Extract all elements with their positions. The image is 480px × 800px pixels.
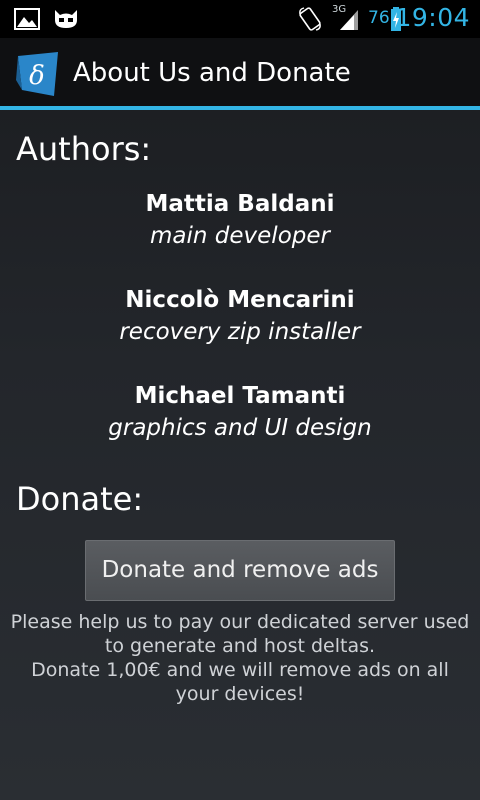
battery-level-label: 76 (368, 8, 390, 28)
cyanogen-icon (55, 10, 77, 28)
author-role: recovery zip installer (119, 319, 361, 345)
authors-heading: Authors: (16, 130, 152, 168)
delta-app-icon[interactable]: δ (14, 50, 62, 98)
gallery-icon (14, 8, 40, 30)
author-name: Mattia Baldani (145, 191, 335, 217)
page-title: About Us and Donate (73, 58, 351, 88)
author-name: Niccolò Mencarini (125, 287, 355, 313)
author-entry: Michael Tamanti graphics and UI design (0, 380, 480, 444)
donate-description-line: your devices! (175, 683, 305, 705)
author-name: Michael Tamanti (134, 383, 346, 409)
author-role: main developer (150, 223, 330, 249)
screen: 3G 76 19:04 δ About Us and Donate Author… (0, 0, 480, 800)
donate-description-line: to generate and host deltas. (104, 635, 376, 657)
author-entry: Mattia Baldani main developer (0, 188, 480, 252)
donate-description: Please help us to pay our dedicated serv… (0, 610, 480, 706)
donate-heading: Donate: (16, 480, 144, 518)
clock: 19:04 (395, 3, 470, 32)
donate-description-line: Please help us to pay our dedicated serv… (10, 611, 470, 633)
author-role: graphics and UI design (108, 415, 372, 441)
svg-text:δ: δ (29, 61, 45, 91)
status-bar: 3G 76 19:04 (0, 0, 480, 38)
donate-button[interactable]: Donate and remove ads (85, 540, 395, 601)
donate-description-line: Donate 1,00€ and we will remove ads on a… (31, 659, 449, 681)
action-bar-divider (0, 106, 480, 110)
author-entry: Niccolò Mencarini recovery zip installer (0, 284, 480, 348)
signal-icon (340, 10, 358, 30)
rotate-icon (299, 7, 321, 31)
